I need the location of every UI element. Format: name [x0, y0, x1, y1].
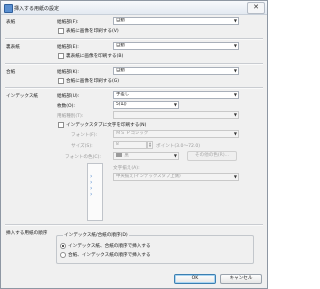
printer-icon	[4, 4, 13, 13]
title-bar[interactable]: 挿入する用紙の設定 ✕	[1, 1, 267, 15]
color-swatch	[116, 153, 122, 157]
back-cover-section-label: 裏表紙	[6, 45, 20, 50]
dialog-window: 挿入する用紙の設定 ✕ 表紙 給紙部(F): 自動 ▼ 表紙に画像を印刷する(V…	[0, 0, 268, 289]
chevron-down-icon: ▼	[233, 68, 237, 73]
cover-tray-value: 自動	[116, 18, 125, 23]
chevron-down-icon: ▼	[233, 92, 237, 97]
other-colors-button[interactable]: その他の色(R)...	[187, 151, 237, 161]
order-group-title: インデックス紙/合紙の順序(D)	[63, 232, 129, 238]
back-cover-tray-value: 自動	[116, 43, 125, 48]
cover-print-label: 表紙に画像を印刷する(V)	[66, 29, 119, 34]
cover-tray-label: 給紙部(F):	[57, 20, 79, 25]
back-cover-tray-label: 給紙部(E):	[57, 45, 79, 50]
slip-sheet-print-checkbox[interactable]	[58, 78, 64, 84]
index-size-input[interactable]: 8	[113, 141, 147, 149]
divider	[5, 38, 263, 40]
back-cover-tray-select[interactable]: 自動 ▼	[113, 42, 239, 50]
divider	[5, 63, 263, 65]
size-spinner[interactable]: ▲ ▼	[147, 141, 153, 149]
slip-sheet-tray-value: 自動	[116, 68, 125, 73]
index-font-select[interactable]: ＭＳ Ｐゴシック ▼	[113, 130, 239, 138]
insertion-order-section-label: 挿入する用紙の順序	[6, 231, 48, 236]
index-position-select[interactable]: 中央揃え(インデックスタブ上側) ▼	[113, 173, 239, 181]
ok-button[interactable]: OK	[174, 274, 216, 284]
back-cover-print-label: 裏表紙に画像を印刷する(B)	[66, 54, 124, 59]
index-tray-select[interactable]: 手差し ▼	[113, 91, 239, 99]
order-option-index-first-label: インデックス紙、合紙の順序で挿入する	[68, 244, 151, 249]
slip-sheet-print-label: 合紙に画像を印刷する(G)	[66, 79, 120, 84]
index-size-hint: ポイント(3.0〜72.0)	[156, 144, 201, 149]
index-position-value: 中央揃え(インデックスタブ上側)	[116, 174, 181, 179]
divider	[5, 87, 263, 89]
back-cover-print-checkbox[interactable]	[58, 53, 64, 59]
index-count-select[interactable]: 5(山) ▼	[113, 101, 179, 109]
tab-preview-arrows-icon: › › › ›	[90, 173, 93, 198]
index-size-value: 8	[116, 142, 119, 147]
radio-selected-dot	[62, 245, 64, 247]
chevron-down-icon: ▼	[173, 153, 177, 158]
index-position-label: 文字揃え(A):	[113, 166, 140, 171]
slip-sheet-section-label: 合紙	[6, 70, 16, 75]
index-tray-label: 給紙部(U):	[57, 94, 80, 99]
index-paper-type-select[interactable]: ▼	[113, 111, 239, 119]
order-option-slip-first-label: 合紙、インデックス紙の順序で挿入する	[68, 253, 151, 258]
chevron-down-icon: ▼	[233, 112, 237, 117]
close-button[interactable]: ✕	[247, 2, 265, 14]
index-size-label: サイズ(S):	[71, 144, 93, 149]
slip-sheet-tray-select[interactable]: 自動 ▼	[113, 67, 239, 75]
index-font-value: ＭＳ Ｐゴシック	[116, 131, 149, 136]
index-paper-section-label: インデックス紙	[6, 94, 39, 99]
chevron-down-icon: ▼	[233, 131, 237, 136]
index-count-value: 5(山)	[116, 102, 127, 107]
index-color-value: 黒	[124, 153, 129, 159]
order-group	[56, 235, 254, 264]
tab-preview: › › › ›	[87, 163, 103, 221]
cover-section-label: 表紙	[6, 20, 16, 25]
cover-print-checkbox[interactable]	[58, 28, 64, 34]
chevron-down-icon: ▼	[173, 102, 177, 107]
slip-sheet-tray-label: 給紙部(K):	[57, 70, 79, 75]
index-color-select[interactable]: 黒 ▼	[113, 152, 179, 160]
order-option-slip-first-radio[interactable]	[60, 252, 66, 258]
index-count-label: 枚数(O):	[57, 104, 75, 109]
chevron-down-icon: ▼	[233, 43, 237, 48]
cancel-button[interactable]: キャンセル	[220, 274, 262, 284]
index-tray-value: 手差し	[116, 92, 130, 97]
index-font-label: フォント(F):	[71, 133, 98, 138]
index-color-label: フォントの色(C):	[65, 155, 101, 160]
order-option-index-first-radio[interactable]	[60, 243, 66, 249]
index-tab-print-checkbox[interactable]	[58, 122, 64, 128]
window-title: 挿入する用紙の設定	[14, 6, 60, 12]
cover-tray-select[interactable]: 自動 ▼	[113, 17, 239, 25]
chevron-down-icon: ▼	[233, 174, 237, 179]
index-paper-type-label: 用紙種別(T):	[57, 114, 84, 119]
index-tab-print-label: インデックスタブに文字を印刷する(N)	[66, 123, 147, 128]
chevron-down-icon: ▼	[233, 18, 237, 23]
divider	[5, 224, 263, 226]
